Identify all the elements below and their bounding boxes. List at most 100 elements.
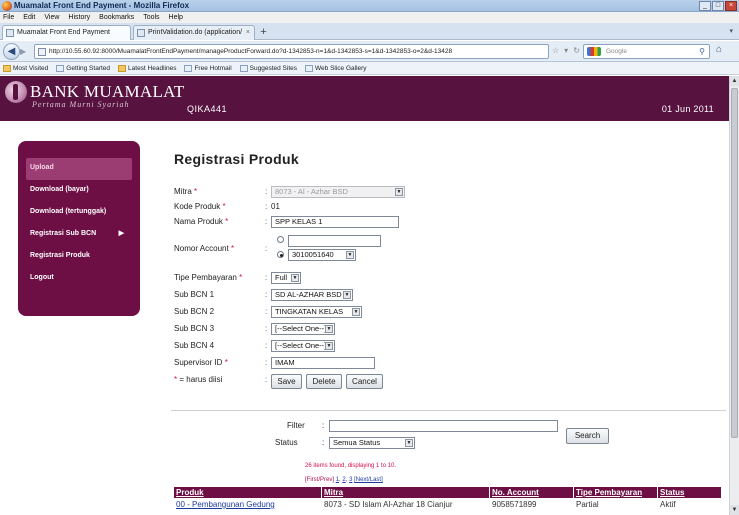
sidebar-item-registrasi-produk[interactable]: Registrasi Produk: [26, 246, 140, 268]
kode-produk-row: Kode Produk * : 01: [174, 200, 504, 214]
dropmarker-icon[interactable]: ▾: [564, 46, 568, 55]
menu-bookmarks[interactable]: Bookmarks: [99, 12, 134, 23]
column-header-mitra[interactable]: Mitra: [322, 487, 490, 498]
site-identity-icon[interactable]: [38, 48, 46, 56]
search-icon[interactable]: ⚲: [699, 45, 705, 58]
minimize-button[interactable]: _: [699, 1, 711, 11]
field-colon: :: [265, 244, 268, 253]
sub-bcn-4-label: Sub BCN 4: [174, 341, 215, 350]
close-tab-icon[interactable]: ×: [246, 26, 250, 40]
menu-tools[interactable]: Tools: [143, 12, 159, 23]
mitra-row: Mitra * : 8073 - Al - Azhar BSD ▼: [174, 185, 504, 199]
list-tabs-icon[interactable]: ▾: [729, 27, 733, 35]
supervisor-id-label: Supervisor ID: [174, 358, 223, 367]
delete-button[interactable]: Delete: [306, 374, 342, 389]
bookmarks-toolbar: Most Visited Getting Started Latest Head…: [0, 62, 739, 75]
page-link-3[interactable]: 3: [349, 477, 352, 483]
mitra-select[interactable]: 8073 - Al - Azhar BSD ▼: [271, 186, 405, 198]
menu-bar: File Edit View History Bookmarks Tools H…: [0, 12, 739, 23]
tipe-pembayaran-select[interactable]: Full ▼: [271, 272, 301, 284]
bookmark-getting-started[interactable]: Getting Started: [56, 62, 110, 74]
bookmark-label: Most Visited: [13, 64, 49, 72]
tab-muamalat[interactable]: Muamalat Front End Payment: [2, 25, 131, 40]
bookmark-free-hotmail[interactable]: Free Hotmail: [184, 62, 232, 74]
page-icon: [56, 64, 65, 72]
status-select[interactable]: Semua Status ▼: [329, 437, 415, 449]
nomor-account-select[interactable]: 3010051640 ▼: [288, 249, 356, 261]
results-info: 26 items found, displaying 1 to 10.: [305, 463, 397, 469]
cell-produk[interactable]: 00 - Pembangunan Gedung: [174, 499, 322, 510]
account-manual-input[interactable]: [288, 235, 381, 247]
sub-bcn-3-select[interactable]: [--Select One--] ▼: [271, 323, 335, 335]
close-window-button[interactable]: ×: [725, 1, 737, 11]
account-manual-radio[interactable]: [277, 236, 284, 243]
mitra-value: 8073 - Al - Azhar BSD: [275, 187, 348, 196]
menu-history[interactable]: History: [68, 12, 90, 23]
nama-produk-input[interactable]: SPP KELAS 1: [271, 216, 399, 228]
url-input[interactable]: http://10.55.60.92:8000/MuamalatFrontEnd…: [34, 44, 549, 59]
cancel-button[interactable]: Cancel: [346, 374, 383, 389]
menu-edit[interactable]: Edit: [23, 12, 35, 23]
sidebar-item-download-tertunggak[interactable]: Download (tertunggak): [26, 202, 140, 224]
home-icon[interactable]: ⌂: [716, 44, 722, 55]
menu-file[interactable]: File: [3, 12, 14, 23]
column-header-status[interactable]: Status: [658, 487, 721, 498]
sub-bcn-3-value: [--Select One--]: [275, 324, 327, 333]
bookmark-star-icon[interactable]: ☆: [552, 46, 559, 55]
pager-next-last[interactable]: [Next/Last]: [354, 477, 383, 483]
section-divider: [171, 410, 726, 411]
save-button[interactable]: Save: [271, 374, 302, 389]
google-engine-icon[interactable]: [587, 47, 601, 56]
reload-icon[interactable]: ↻: [573, 46, 580, 55]
column-header-produk[interactable]: Produk: [174, 487, 322, 498]
tipe-pembayaran-label: Tipe Pembayaran: [174, 273, 237, 282]
back-button[interactable]: ◀: [3, 43, 20, 60]
scroll-down-icon[interactable]: ▼: [730, 505, 739, 515]
column-header-no-account[interactable]: No. Account: [490, 487, 574, 498]
sub-bcn-3-label: Sub BCN 3: [174, 324, 215, 333]
table-row: 00 - Pembangunan Gedung 8073 - SD Islam …: [174, 499, 721, 510]
sidebar-item-upload[interactable]: Upload: [26, 158, 132, 180]
field-colon: :: [265, 187, 268, 196]
sidebar-item-logout[interactable]: Logout: [26, 268, 140, 290]
sub-bcn-2-value: TINGKATAN KELAS: [275, 307, 344, 316]
account-select-radio[interactable]: [277, 251, 284, 258]
forward-button[interactable]: ▶: [20, 46, 31, 57]
page-link-2[interactable]: 2: [342, 477, 345, 483]
chevron-down-icon: ▼: [343, 291, 351, 299]
tab-bar: Muamalat Front End Payment PrintValidati…: [0, 23, 739, 40]
supervisor-id-input[interactable]: IMAM: [271, 357, 375, 369]
bookmark-most-visited[interactable]: Most Visited: [3, 62, 48, 74]
bookmark-suggested-sites[interactable]: Suggested Sites: [239, 62, 297, 74]
search-button[interactable]: Search: [566, 428, 609, 444]
sub-bcn-1-select[interactable]: SD AL-AZHAR BSD ▼: [271, 289, 353, 301]
kode-produk-label: Kode Produk: [174, 202, 221, 211]
search-input[interactable]: Google ⚲: [583, 44, 710, 59]
nomor-account-value: 3010051640: [292, 250, 334, 259]
required-marker: *: [194, 187, 198, 196]
sub-bcn-4-select[interactable]: [--Select One--] ▼: [271, 340, 335, 352]
scrollbar-thumb[interactable]: [731, 88, 738, 438]
menu-view[interactable]: View: [44, 12, 59, 23]
chevron-down-icon: ▼: [352, 308, 360, 316]
window-titlebar: Muamalat Front End Payment - Mozilla Fir…: [0, 0, 739, 12]
url-actions: ☆ ▾ ↻: [552, 46, 580, 55]
sub-bcn-2-select[interactable]: TINGKATAN KELAS ▼: [271, 306, 362, 318]
bookmark-web-slice-gallery[interactable]: Web Slice Gallery: [305, 62, 367, 74]
sidebar-item-registrasi-sub-bcn[interactable]: Registrasi Sub BCN ▶: [26, 224, 140, 246]
scroll-up-icon[interactable]: ▲: [730, 76, 739, 86]
maximize-button[interactable]: □: [712, 1, 724, 11]
status-value: Semua Status: [333, 438, 381, 447]
menu-help[interactable]: Help: [169, 12, 183, 23]
pagination: [First/Prev] 1, 2, 3 [Next/Last]: [305, 477, 383, 483]
vertical-scrollbar[interactable]: ▲ ▼: [729, 76, 739, 515]
tab-print-validation[interactable]: PrintValidation.do (application/pdf Obje…: [133, 25, 255, 40]
new-tab-button[interactable]: +: [257, 27, 270, 39]
filter-input[interactable]: [329, 420, 558, 432]
bookmark-latest-headlines[interactable]: Latest Headlines: [118, 62, 176, 74]
field-colon: :: [265, 375, 268, 384]
sidebar-item-download-bayar[interactable]: Download (bayar): [26, 180, 140, 202]
field-colon: :: [265, 202, 268, 211]
page-link-1[interactable]: 1: [336, 477, 339, 483]
column-header-tipe-pembayaran[interactable]: Tipe Pembayaran: [574, 487, 658, 498]
